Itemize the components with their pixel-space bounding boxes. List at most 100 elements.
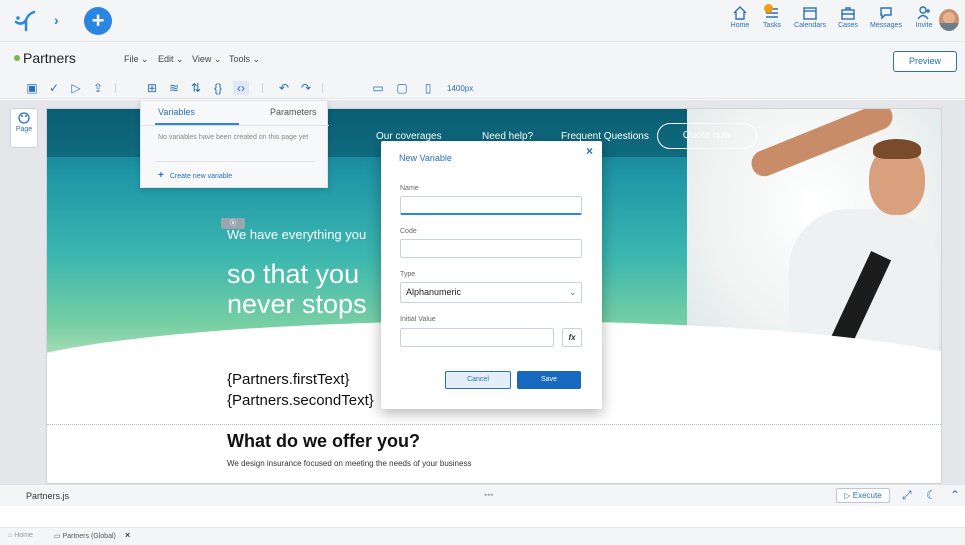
panel-divider: [155, 161, 315, 162]
nav-cases-label: Cases: [838, 22, 858, 29]
type-select-value: Alphanumeric: [406, 287, 462, 297]
check-icon[interactable]: ✓: [46, 81, 62, 95]
hero-small-heading[interactable]: We have everything you: [227, 227, 366, 242]
code-icon[interactable]: ‹›: [233, 81, 249, 95]
menu-file[interactable]: File ⌄: [124, 54, 149, 65]
nav-invite[interactable]: Invite: [904, 6, 944, 29]
name-field[interactable]: [400, 196, 582, 215]
type-select[interactable]: Alphanumeric ⌄: [400, 282, 582, 303]
undo-icon[interactable]: ↶: [276, 81, 292, 95]
close-icon[interactable]: ×: [586, 144, 593, 158]
offer-subtext[interactable]: We design insurance focused on meeting t…: [227, 459, 471, 468]
close-tab-icon[interactable]: ×: [125, 530, 130, 540]
menu-view[interactable]: View ⌄: [192, 54, 221, 65]
play-icon[interactable]: ▷: [68, 81, 84, 95]
create-variable-label: Create new variable: [169, 173, 233, 180]
type-label: Type: [400, 271, 416, 278]
braces-icon[interactable]: {}: [210, 81, 226, 95]
user-avatar[interactable]: [939, 9, 959, 31]
nav-cases[interactable]: Cases: [828, 6, 868, 29]
invite-user-icon: [917, 6, 930, 20]
section-divider: [47, 424, 941, 425]
formula-icon: fx: [568, 333, 576, 342]
nav-invite-label: Invite: [915, 22, 933, 29]
hero-big-heading-line2[interactable]: never stops: [227, 289, 367, 320]
new-variable-dialog: New Variable × Name Code Type Alphanumer…: [381, 141, 602, 409]
script-bar: Partners.js ••• ▷ Execute ⤢ ☾ ⌃: [0, 484, 965, 506]
code-field[interactable]: [400, 239, 582, 258]
nav-home-label: Home: [730, 22, 750, 29]
dialog-title: New Variable: [399, 153, 452, 163]
script-file-name[interactable]: Partners.js: [26, 491, 69, 501]
plus-icon: +: [158, 170, 164, 181]
mobile-view-icon[interactable]: ▯: [420, 81, 436, 95]
nav-tasks[interactable]: Tasks: [752, 4, 792, 29]
editor-toolbar: ▣ ✓ ▷ ⇪ ⊞ ≋ ⇅ {} ‹› ↶ ↷ ▭ ▢ ▯ 1400px: [0, 77, 965, 99]
create-new-variable-link[interactable]: + Create new variable: [158, 170, 232, 181]
database-icon[interactable]: ≋: [166, 81, 182, 95]
page-icon: ▭: [54, 533, 63, 540]
empty-variables-message: No variables have been created on this p…: [158, 134, 309, 141]
execute-button[interactable]: ▷ Execute: [836, 488, 890, 503]
cancel-button[interactable]: Cancel: [445, 371, 511, 389]
menu-edit[interactable]: Edit ⌄: [158, 54, 184, 65]
theme-moon-icon[interactable]: ☾: [926, 488, 937, 502]
toolbar-divider: [322, 83, 323, 93]
preview-button[interactable]: Preview: [893, 51, 957, 72]
top-bar: › + Home Tasks Calendars Cases Messages …: [0, 0, 965, 42]
tasks-badge: [764, 4, 773, 13]
first-text-variable[interactable]: {Partners.firstText}: [227, 371, 350, 388]
hero-big-heading-line1[interactable]: so that you: [227, 259, 359, 290]
resize-handle-icon[interactable]: •••: [484, 490, 493, 500]
tab-home[interactable]: ⌂ Home: [8, 532, 33, 539]
nav-messages-label: Messages: [870, 22, 902, 29]
chevron-down-icon: ⌄: [569, 287, 577, 297]
page-properties-tab[interactable]: Page: [10, 108, 38, 148]
tab-home-label: Home: [14, 532, 33, 539]
nav-tasks-label: Tasks: [763, 22, 781, 29]
tab-variables[interactable]: Variables: [158, 107, 195, 117]
toolbar-divider: [262, 83, 263, 93]
upload-icon[interactable]: ⇪: [90, 81, 106, 95]
tab-divider: [141, 125, 329, 126]
create-new-button[interactable]: +: [84, 7, 112, 35]
nav-messages[interactable]: Messages: [866, 6, 906, 29]
hero-photo-hair: [873, 139, 921, 159]
code-label: Code: [400, 228, 417, 235]
initial-value-label: Initial Value: [400, 316, 436, 323]
formula-button[interactable]: fx: [562, 328, 582, 347]
name-label: Name: [400, 185, 419, 192]
open-tabs-bar: ⌂ Home ▭ Partners (Global) ×: [0, 527, 965, 545]
desktop-view-icon[interactable]: ▭: [370, 81, 386, 95]
page-title: Partners: [23, 50, 76, 66]
expand-icon[interactable]: ⤢: [902, 488, 912, 503]
initial-value-field[interactable]: [400, 328, 554, 347]
sort-icon[interactable]: ⇅: [188, 81, 204, 95]
expand-chevron-icon[interactable]: ›: [54, 12, 59, 28]
tab-partners[interactable]: ▭ Partners (Global): [54, 532, 116, 540]
editor-header: Partners File ⌄ Edit ⌄ View ⌄ Tools ⌄ Pr…: [0, 42, 965, 77]
offer-heading[interactable]: What do we offer you?: [227, 431, 420, 452]
calendar-icon: [803, 7, 817, 20]
redo-icon[interactable]: ↷: [298, 81, 314, 95]
toolbar-divider: [115, 83, 116, 93]
active-tab-indicator: [155, 123, 239, 125]
nav-calendars[interactable]: Calendars: [790, 6, 830, 29]
variables-panel: Variables Parameters No variables have b…: [140, 100, 329, 188]
tablet-view-icon[interactable]: ▢: [394, 81, 410, 95]
nav-calendars-label: Calendars: [794, 22, 826, 29]
save-button[interactable]: Save: [517, 371, 581, 389]
play-icon: ▷: [844, 491, 853, 500]
second-text-variable[interactable]: {Partners.secondText}: [227, 392, 374, 409]
menu-tools[interactable]: Tools ⌄: [229, 54, 260, 65]
app-logo-icon[interactable]: [14, 10, 36, 32]
quote-now-button[interactable]: Quote now: [657, 123, 757, 149]
collapse-up-icon[interactable]: ⌃: [950, 488, 960, 502]
briefcase-icon: [841, 7, 855, 20]
tab-parameters[interactable]: Parameters: [270, 107, 317, 117]
save-icon[interactable]: ▣: [24, 81, 40, 95]
components-icon[interactable]: ⊞: [144, 81, 160, 95]
message-icon: [880, 7, 892, 20]
status-dot: [14, 55, 20, 61]
tab-partners-label: Partners (Global): [62, 533, 116, 540]
